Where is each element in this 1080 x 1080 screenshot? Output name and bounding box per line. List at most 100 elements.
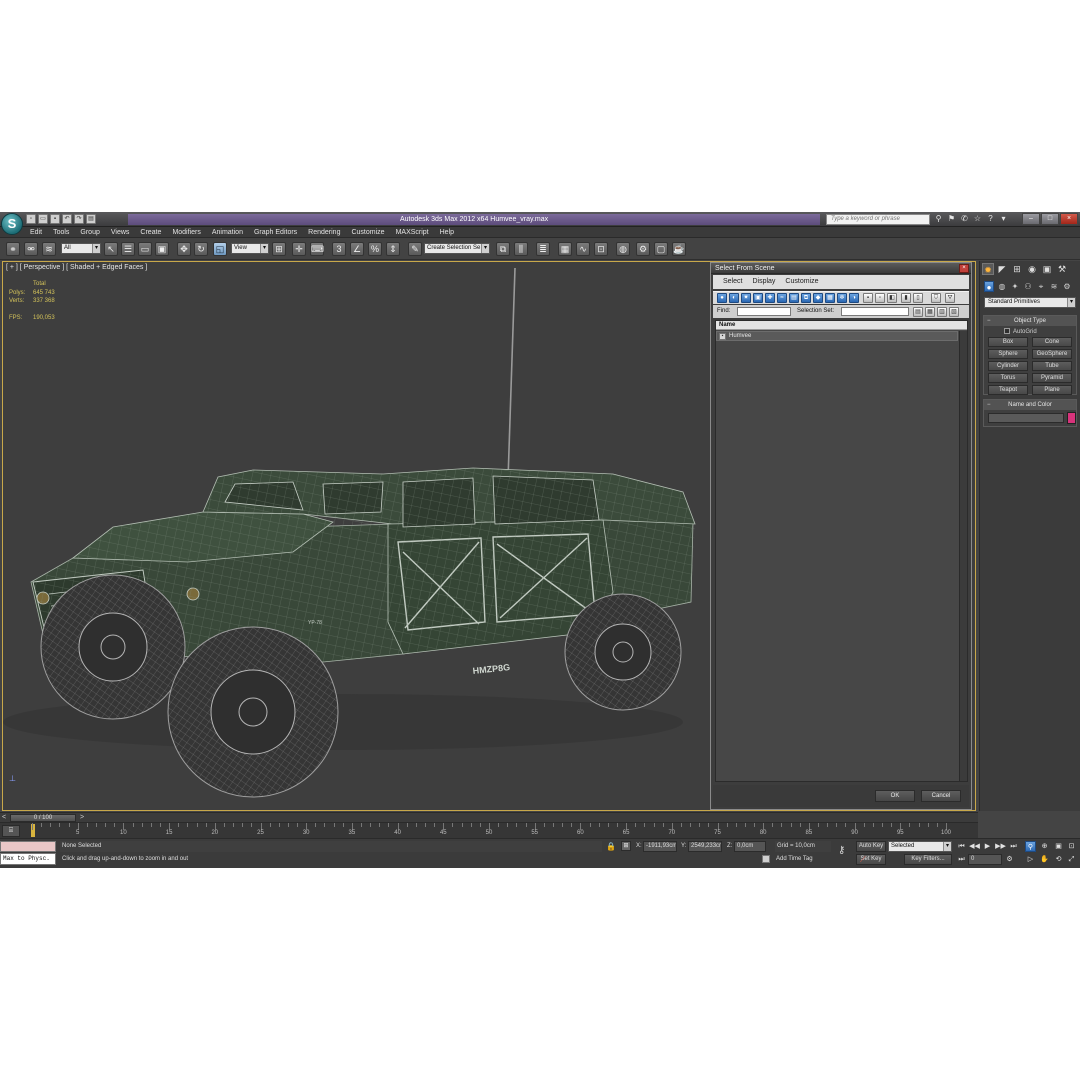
select-object-icon[interactable]: ↖: [104, 242, 118, 256]
cone-button[interactable]: Cone: [1032, 337, 1072, 347]
save-icon[interactable]: ▪: [50, 214, 60, 224]
cancel-button[interactable]: Cancel: [921, 790, 961, 802]
menu-maxscript[interactable]: MAXScript: [396, 227, 429, 238]
display-bones-icon[interactable]: ◆: [813, 293, 823, 303]
selection-set-edit-icon[interactable]: ▤: [913, 307, 923, 317]
zoom-icon[interactable]: ⚲: [1025, 841, 1036, 852]
torus-button[interactable]: Torus: [988, 373, 1028, 383]
helpers-category-icon[interactable]: ⌖: [1036, 281, 1046, 292]
zoom-all-icon[interactable]: ⊕: [1039, 841, 1050, 852]
dialog-title-bar[interactable]: Select From Scene ×: [711, 263, 971, 274]
schematic-view-icon[interactable]: ⊡: [594, 242, 608, 256]
named-selection-sets-dropdown[interactable]: Create Selection Se ▾: [424, 243, 490, 254]
table-row[interactable]: ▪ Humvee: [716, 331, 958, 341]
app-logo-icon[interactable]: S: [1, 213, 23, 235]
display-groups-icon[interactable]: ▤: [789, 293, 799, 303]
cameras-category-icon[interactable]: ⚇: [1023, 281, 1033, 292]
go-to-end-icon[interactable]: ⏭: [1008, 841, 1019, 852]
select-and-manipulate-icon[interactable]: ✛: [292, 242, 306, 256]
redo-icon[interactable]: ↷: [74, 214, 84, 224]
open-icon[interactable]: ▭: [38, 214, 48, 224]
tube-button[interactable]: Tube: [1032, 361, 1072, 371]
keyboard-shortcut-override-icon[interactable]: ⌨: [310, 242, 324, 256]
cylinder-button[interactable]: Cylinder: [988, 361, 1028, 371]
help-icon[interactable]: ?: [986, 214, 995, 224]
dialog-menu-customize[interactable]: Customize: [781, 275, 822, 289]
geosphere-button[interactable]: GeoSphere: [1032, 349, 1072, 359]
z-coordinate-field[interactable]: 0,0cm: [734, 841, 766, 852]
add-time-tag[interactable]: Add Time Tag: [776, 854, 813, 865]
sphere-button[interactable]: Sphere: [988, 349, 1028, 359]
filter-icon[interactable]: ⛉: [931, 293, 941, 303]
time-slider-thumb[interactable]: 0 / 100: [10, 814, 76, 822]
shapes-category-icon[interactable]: ◍: [997, 281, 1007, 292]
favorites-icon[interactable]: ☆: [973, 214, 982, 224]
play-icon[interactable]: ▶: [982, 841, 993, 852]
bind-space-warp-icon[interactable]: ≋: [42, 242, 56, 256]
time-configuration-icon[interactable]: ⚙: [1004, 854, 1015, 865]
name-and-color-header[interactable]: − Name and Color: [984, 400, 1076, 410]
display-tab-icon[interactable]: ▣: [1041, 263, 1053, 275]
rectangular-selection-icon[interactable]: ▭: [138, 242, 152, 256]
teapot-button[interactable]: Teapot: [988, 385, 1028, 395]
box-button[interactable]: Box: [988, 337, 1028, 347]
dialog-menu-display[interactable]: Display: [748, 275, 779, 289]
rendered-frame-window-icon[interactable]: ▢: [654, 242, 668, 256]
key-mode-icon[interactable]: ⟋: [860, 855, 872, 864]
display-hidden-icon[interactable]: ◑: [849, 293, 859, 303]
column-name-header[interactable]: Name: [719, 321, 735, 330]
zoom-extents-icon[interactable]: ▣: [1053, 841, 1064, 852]
display-cameras-icon[interactable]: ▣: [753, 293, 763, 303]
render-setup-icon[interactable]: ⚙: [636, 242, 650, 256]
menu-group[interactable]: Group: [80, 227, 99, 238]
object-color-swatch[interactable]: [1067, 412, 1076, 424]
object-name-input[interactable]: [988, 413, 1064, 423]
display-lights-icon[interactable]: ✷: [741, 293, 751, 303]
motion-tab-icon[interactable]: ◉: [1026, 263, 1038, 275]
menu-customize[interactable]: Customize: [351, 227, 384, 238]
hierarchy-tab-icon[interactable]: ⊞: [1011, 263, 1023, 275]
next-frame-icon[interactable]: ▶▶: [995, 841, 1006, 852]
dialog-close-button[interactable]: ×: [959, 264, 969, 273]
reference-coordinate-dropdown[interactable]: View ▾: [231, 243, 269, 254]
undo-icon[interactable]: ↶: [62, 214, 72, 224]
menu-rendering[interactable]: Rendering: [308, 227, 340, 238]
select-none-icon[interactable]: ▯: [913, 293, 923, 303]
display-all-icon[interactable]: ▪: [863, 293, 873, 303]
display-geometry-icon[interactable]: ●: [717, 293, 727, 303]
select-and-move-icon[interactable]: ✥: [177, 242, 191, 256]
selection-lock-icon[interactable]: 🔒: [606, 841, 616, 852]
plane-button[interactable]: Plane: [1032, 385, 1072, 395]
angle-snap-icon[interactable]: ∠: [350, 242, 364, 256]
select-and-scale-icon[interactable]: ◱: [213, 242, 227, 256]
pivot-center-icon[interactable]: ⊞: [272, 242, 286, 256]
render-production-icon[interactable]: ☕: [672, 242, 686, 256]
key-selection-dropdown[interactable]: Selected ▾: [888, 841, 952, 852]
menu-tools[interactable]: Tools: [53, 227, 69, 238]
previous-frame-icon[interactable]: ◀◀: [969, 841, 980, 852]
spacewarps-category-icon[interactable]: ≋: [1049, 281, 1059, 292]
dropdown-arrow-icon[interactable]: ▾: [999, 214, 1008, 224]
geometry-category-icon[interactable]: ●: [984, 281, 994, 292]
minimize-button[interactable]: –: [1022, 213, 1040, 225]
display-xrefs-icon[interactable]: ⧉: [801, 293, 811, 303]
display-spacewarps-icon[interactable]: ≈: [777, 293, 787, 303]
maximize-button[interactable]: □: [1041, 213, 1059, 225]
display-shapes-icon[interactable]: ◐: [729, 293, 739, 303]
selection-set-remove-icon[interactable]: ▥: [937, 307, 947, 317]
mirror-icon[interactable]: ⧉: [496, 242, 510, 256]
pan-view-icon[interactable]: ✋: [1039, 854, 1050, 865]
menu-help[interactable]: Help: [440, 227, 454, 238]
maxscript-listener-output[interactable]: [0, 841, 56, 852]
find-input[interactable]: [737, 307, 791, 316]
display-none-icon[interactable]: ▫: [875, 293, 885, 303]
selection-set-dropdown[interactable]: [841, 307, 909, 316]
autogrid-checkbox[interactable]: AutoGrid: [1004, 328, 1037, 336]
lights-category-icon[interactable]: ✦: [1010, 281, 1020, 292]
selection-set-highlight-icon[interactable]: ▧: [949, 307, 959, 317]
percent-snap-icon[interactable]: %: [368, 242, 382, 256]
communication-icon[interactable]: ✆: [960, 214, 969, 224]
snaps-toggle-icon[interactable]: 3: [332, 242, 346, 256]
zoom-extents-all-icon[interactable]: ⊡: [1066, 841, 1077, 852]
binoculars-icon[interactable]: ⚲: [934, 214, 943, 224]
